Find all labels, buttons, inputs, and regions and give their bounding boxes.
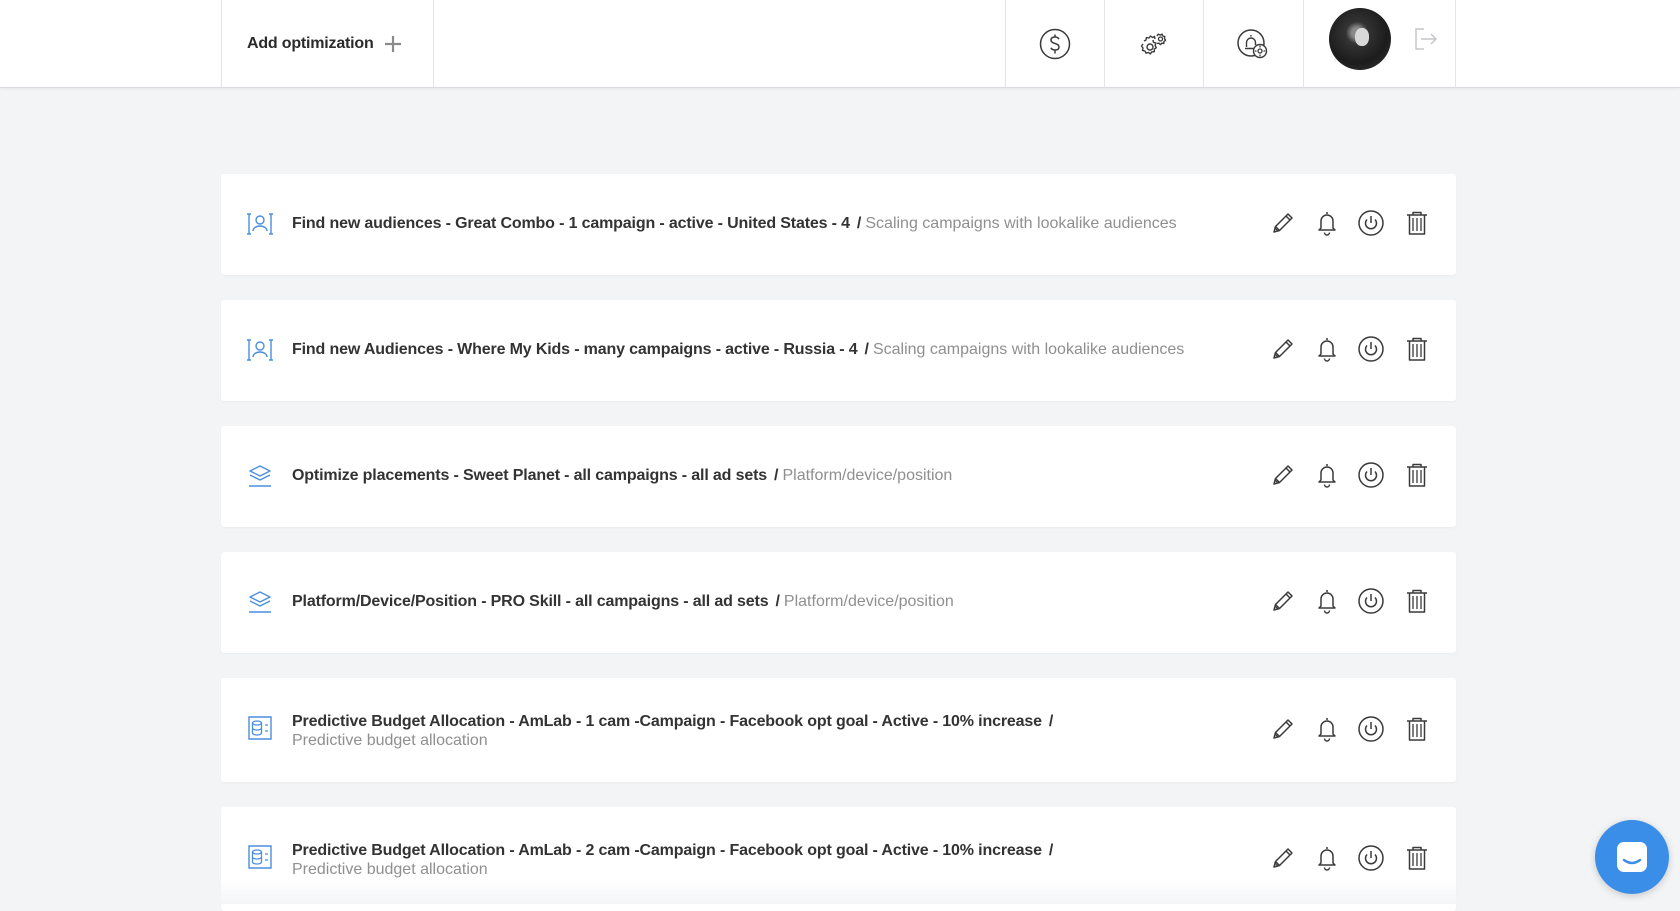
bell-icon[interactable] bbox=[1312, 714, 1342, 744]
top-bar-spacer bbox=[433, 0, 1005, 87]
optimization-type: Predictive budget allocation bbox=[292, 861, 488, 878]
edit-pencil-icon[interactable] bbox=[1268, 460, 1298, 490]
bell-icon[interactable] bbox=[1312, 843, 1342, 873]
optimization-text: Optimize placements - Sweet Planet - all… bbox=[292, 466, 952, 485]
power-icon[interactable] bbox=[1356, 586, 1386, 616]
optimization-card: Predictive Budget Allocation - AmLab - 1… bbox=[221, 678, 1456, 782]
power-icon[interactable] bbox=[1356, 714, 1386, 744]
power-icon[interactable] bbox=[1356, 208, 1386, 238]
optimization-card: Find new Audiences - Where My Kids - man… bbox=[221, 300, 1456, 401]
optimization-card: Predictive Budget Allocation - AmLab - 2… bbox=[221, 807, 1456, 911]
logout-icon[interactable] bbox=[1413, 26, 1439, 52]
trash-icon[interactable] bbox=[1402, 460, 1432, 490]
chat-icon bbox=[1617, 842, 1647, 872]
optimization-type: Predictive budget allocation bbox=[292, 732, 488, 749]
plus-icon bbox=[384, 35, 401, 52]
top-bar: Add optimization bbox=[0, 0, 1680, 88]
avatar[interactable] bbox=[1329, 8, 1391, 70]
card-actions bbox=[1268, 843, 1432, 873]
edit-pencil-icon[interactable] bbox=[1268, 208, 1298, 238]
bell-icon[interactable] bbox=[1312, 586, 1342, 616]
power-icon[interactable] bbox=[1356, 843, 1386, 873]
optimization-text: Platform/Device/Position - PRO Skill - a… bbox=[292, 592, 954, 611]
separator: / bbox=[774, 467, 779, 484]
edit-pencil-icon[interactable] bbox=[1268, 714, 1298, 744]
profile-area bbox=[1303, 0, 1456, 87]
settings-gears-icon bbox=[1140, 33, 1167, 55]
optimization-text: Find new audiences - Great Combo - 1 cam… bbox=[292, 214, 1177, 233]
settings-button[interactable] bbox=[1104, 0, 1203, 87]
optimization-title[interactable]: Find new Audiences - Where My Kids - man… bbox=[292, 341, 858, 358]
layers-icon bbox=[245, 460, 275, 490]
trash-icon[interactable] bbox=[1402, 334, 1432, 364]
optimization-title[interactable]: Find new audiences - Great Combo - 1 cam… bbox=[292, 215, 850, 232]
bell-icon[interactable] bbox=[1312, 460, 1342, 490]
optimization-title[interactable]: Predictive Budget Allocation - AmLab - 1… bbox=[292, 713, 1042, 730]
optimization-title[interactable]: Predictive Budget Allocation - AmLab - 2… bbox=[292, 842, 1042, 859]
separator: / bbox=[1048, 713, 1054, 730]
card-actions bbox=[1268, 334, 1432, 364]
audience-icon bbox=[245, 208, 275, 238]
optimization-card: Optimize placements - Sweet Planet - all… bbox=[221, 426, 1456, 527]
edit-pencil-icon[interactable] bbox=[1268, 843, 1298, 873]
trash-icon[interactable] bbox=[1402, 843, 1432, 873]
separator: / bbox=[864, 341, 869, 358]
notification-settings-icon bbox=[1237, 28, 1268, 58]
optimization-card: Find new audiences - Great Combo - 1 cam… bbox=[221, 174, 1456, 275]
card-actions bbox=[1268, 586, 1432, 616]
budget-icon bbox=[245, 842, 275, 872]
power-icon[interactable] bbox=[1356, 334, 1386, 364]
card-actions bbox=[1268, 460, 1432, 490]
notification-settings-button[interactable] bbox=[1203, 0, 1302, 87]
add-optimization-label: Add optimization bbox=[247, 34, 374, 52]
card-actions bbox=[1268, 714, 1432, 744]
optimization-text: Predictive Budget Allocation - AmLab - 2… bbox=[292, 841, 1112, 879]
edit-pencil-icon[interactable] bbox=[1268, 334, 1298, 364]
card-actions bbox=[1268, 208, 1432, 238]
separator: / bbox=[856, 215, 862, 232]
optimization-text: Find new Audiences - Where My Kids - man… bbox=[292, 340, 1184, 359]
layers-icon bbox=[245, 586, 275, 616]
optimization-type: Platform/device/position bbox=[782, 467, 953, 484]
add-optimization-button[interactable]: Add optimization bbox=[221, 0, 433, 87]
budget-icon bbox=[245, 713, 275, 743]
audience-icon bbox=[245, 334, 275, 364]
optimization-card: Platform/Device/Position - PRO Skill - a… bbox=[221, 552, 1456, 653]
optimization-text: Predictive Budget Allocation - AmLab - 1… bbox=[292, 712, 1112, 750]
optimization-title[interactable]: Optimize placements - Sweet Planet - all… bbox=[292, 467, 767, 484]
separator: / bbox=[775, 593, 780, 610]
optimization-type: Platform/device/position bbox=[783, 593, 954, 610]
edit-pencil-icon[interactable] bbox=[1268, 586, 1298, 616]
trash-icon[interactable] bbox=[1402, 208, 1432, 238]
trash-icon[interactable] bbox=[1402, 586, 1432, 616]
chat-widget-button[interactable] bbox=[1595, 820, 1669, 894]
optimization-type: Scaling campaigns with lookalike audienc… bbox=[865, 215, 1177, 232]
billing-button[interactable] bbox=[1005, 0, 1104, 87]
optimization-type: Scaling campaigns with lookalike audienc… bbox=[872, 341, 1185, 358]
separator: / bbox=[1048, 842, 1054, 859]
optimization-title[interactable]: Platform/Device/Position - PRO Skill - a… bbox=[292, 593, 769, 610]
bell-icon[interactable] bbox=[1312, 208, 1342, 238]
trash-icon[interactable] bbox=[1402, 714, 1432, 744]
power-icon[interactable] bbox=[1356, 460, 1386, 490]
bell-icon[interactable] bbox=[1312, 334, 1342, 364]
dollar-icon bbox=[1039, 28, 1071, 59]
